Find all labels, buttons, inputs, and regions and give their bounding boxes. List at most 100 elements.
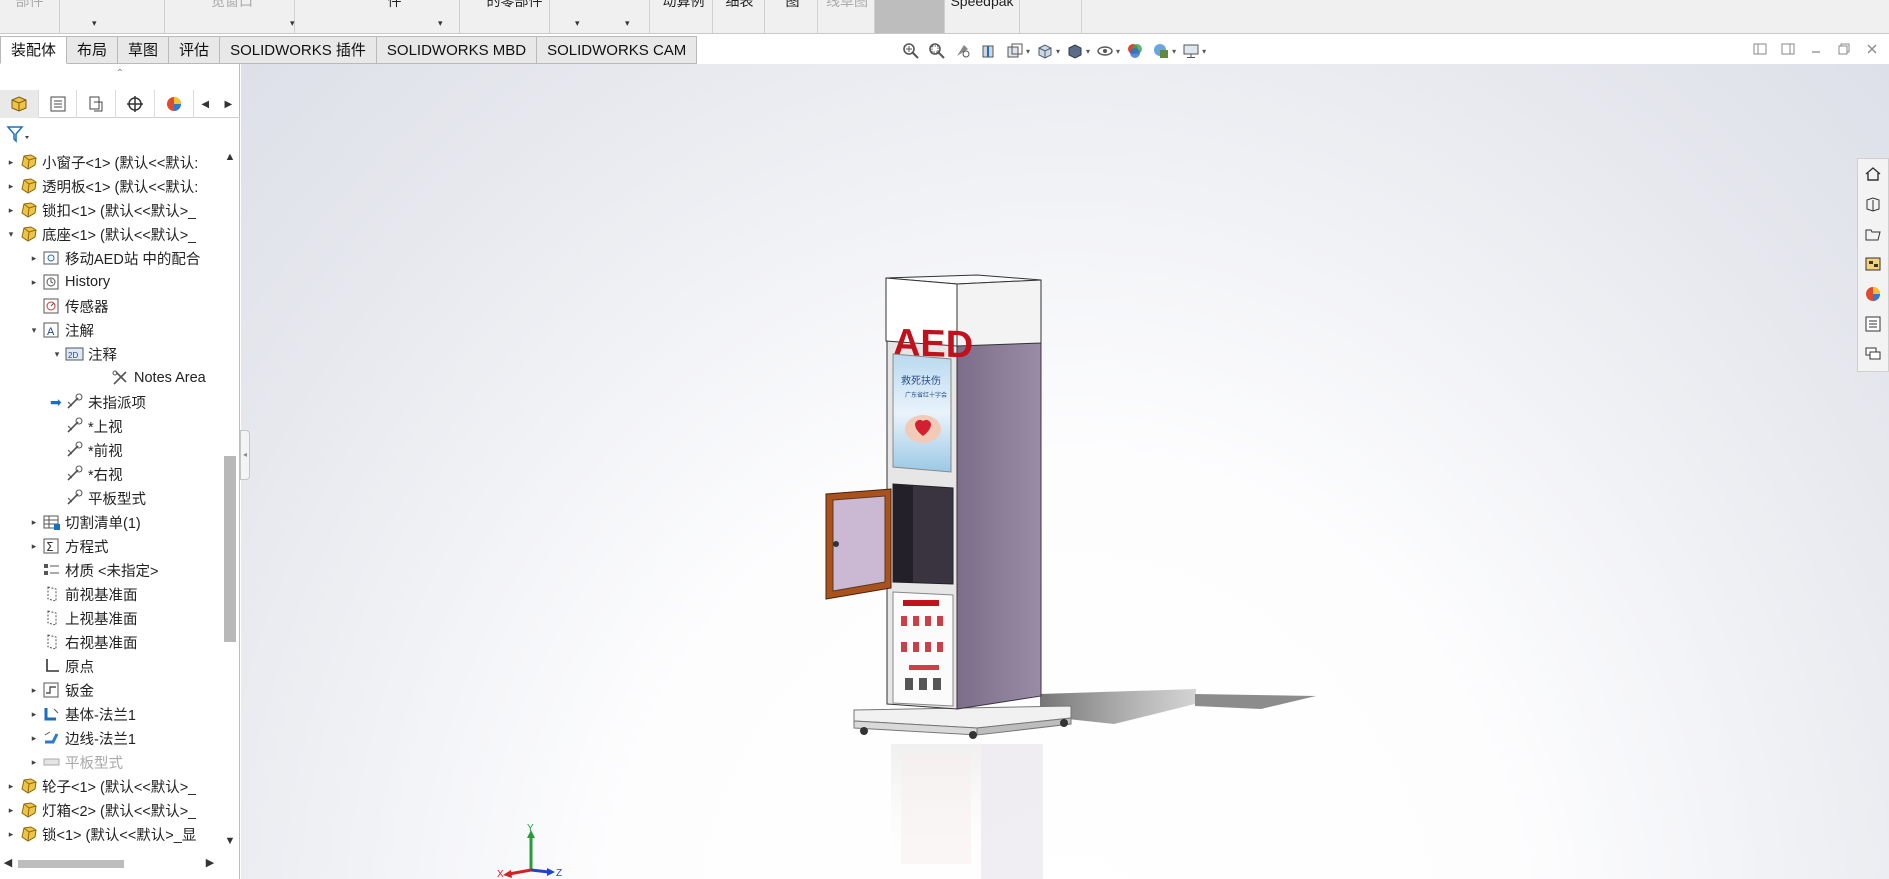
dynamic-annotation-views-icon[interactable] — [1004, 40, 1026, 62]
tree-item[interactable]: ▸ 轮子<1> (默认<<默认>_ — [0, 774, 220, 798]
design-library-icon[interactable] — [1862, 193, 1884, 215]
expand-icon[interactable]: ▸ — [4, 781, 18, 792]
rollback-arrow-icon[interactable]: ➡ — [50, 394, 62, 411]
tree-vertical-scrollbar[interactable]: ▲ ▼ — [220, 149, 238, 849]
ribbon-button[interactable] — [555, 0, 650, 33]
tree-item[interactable]: ▸ Σ 方程式 — [0, 534, 220, 558]
file-explorer-icon[interactable] — [1862, 223, 1884, 245]
collapse-icon[interactable]: ▾ — [4, 229, 18, 240]
chevron-down-icon[interactable]: ▾ — [290, 18, 295, 29]
tree-item[interactable]: ➡ 未指派项 — [0, 390, 220, 414]
feature-manager-tab-icon[interactable] — [0, 90, 39, 118]
tree-item[interactable]: ▸ 灯箱<2> (默认<<默认>_ — [0, 798, 220, 822]
expand-icon[interactable]: ▸ — [27, 733, 41, 744]
close-icon[interactable] — [1863, 40, 1881, 58]
expand-icon[interactable]: ▸ — [27, 517, 41, 528]
tree-item[interactable]: ▾ 底座<1> (默认<<默认>_ — [0, 222, 220, 246]
ribbon-button[interactable]: 线草图 — [820, 0, 875, 33]
chevron-down-icon[interactable]: ▾ — [1086, 47, 1090, 56]
tree-item[interactable]: Notes Area — [0, 366, 220, 390]
expand-icon[interactable]: ▸ — [27, 685, 41, 696]
chevron-down-icon[interactable]: ▾ — [575, 18, 580, 29]
ribbon-button[interactable]: 部件 — [0, 0, 60, 33]
expand-icon[interactable]: ▸ — [27, 757, 41, 768]
tree-item[interactable]: ▾ 2D 注释 — [0, 342, 220, 366]
scroll-left-icon[interactable]: ◀ — [2, 856, 14, 869]
chevron-down-icon[interactable]: ▾ — [438, 18, 443, 29]
tree-item[interactable]: 传感器 — [0, 294, 220, 318]
tab-3[interactable]: 评估 — [169, 36, 221, 64]
configuration-manager-tab-icon[interactable] — [77, 90, 117, 118]
tab-0[interactable]: 装配体 — [0, 36, 68, 64]
tile-left-icon[interactable] — [1751, 40, 1769, 58]
ribbon-button[interactable] — [110, 0, 165, 33]
tree-item[interactable]: 上视基准面 — [0, 606, 220, 630]
tab-2[interactable]: 草图 — [118, 36, 170, 64]
home-icon[interactable] — [1862, 163, 1884, 185]
tree-item[interactable]: ▸ 基体-法兰1 — [0, 702, 220, 726]
graphics-area[interactable]: AED 救死扶伤 广东省红十字会 Y X Z — [241, 64, 1889, 879]
restore-icon[interactable] — [1835, 40, 1853, 58]
tree-item[interactable]: ▸ 小窗子<1> (默认<<默认: — [0, 150, 220, 174]
tree-item[interactable]: ▸ 透明板<1> (默认<<默认: — [0, 174, 220, 198]
forum-icon[interactable] — [1862, 343, 1884, 365]
tree-item[interactable]: ▸ 锁扣<1> (默认<<默认>_ — [0, 198, 220, 222]
tab-4[interactable]: SOLIDWORKS 插件 — [220, 36, 377, 64]
expand-icon[interactable]: ▸ — [27, 541, 41, 552]
ribbon-button[interactable]: Speedpak — [945, 0, 1020, 33]
property-manager-tab-icon[interactable] — [39, 90, 78, 118]
chevron-down-icon[interactable]: ▾ — [1172, 47, 1176, 56]
ribbon-button[interactable]: 览窗口 — [170, 0, 295, 33]
tree-item[interactable]: ▸ 平板型式 — [0, 750, 220, 774]
tree-item[interactable]: ▸ 边线-法兰1 — [0, 726, 220, 750]
tab-5[interactable]: SOLIDWORKS MBD — [376, 36, 538, 64]
scroll-down-icon[interactable]: ▼ — [224, 835, 236, 847]
chevron-down-icon[interactable]: ▾ — [92, 18, 97, 29]
minimize-icon[interactable] — [1807, 40, 1825, 58]
tree-item[interactable]: 平板型式 — [0, 486, 220, 510]
aed-cabinet-model[interactable]: AED 救死扶伤 广东省红十字会 — [241, 64, 1889, 879]
view-palette-icon[interactable] — [1862, 253, 1884, 275]
tab-scroll-right-icon[interactable]: ▶ — [217, 90, 240, 118]
chevron-down-icon[interactable]: ▾ — [1116, 47, 1120, 56]
tab-6[interactable]: SOLIDWORKS CAM — [537, 36, 698, 64]
expand-icon[interactable]: ▸ — [27, 709, 41, 720]
tree-item[interactable]: 材质 <未指定> — [0, 558, 220, 582]
chevron-down-icon[interactable]: ▾ — [625, 18, 630, 29]
view-orientation-icon[interactable] — [1034, 40, 1056, 62]
scrollbar-thumb[interactable] — [18, 860, 124, 868]
expand-icon[interactable]: ▸ — [4, 205, 18, 216]
chevron-down-icon[interactable]: ▾ — [1056, 47, 1060, 56]
ribbon-button[interactable]: 的零部件 — [480, 0, 550, 33]
tree-item[interactable]: ▸ 锁<1> (默认<<默认>_显 — [0, 822, 220, 846]
expand-icon[interactable]: ▸ — [27, 277, 41, 288]
collapse-icon[interactable]: ▾ — [27, 325, 41, 336]
expand-icon[interactable]: ▸ — [4, 805, 18, 816]
tree-item[interactable]: ▸ 移动AED站 中的配合 — [0, 246, 220, 270]
filter-icon[interactable] — [6, 124, 36, 146]
tree-item[interactable]: ▾ A 注解 — [0, 318, 220, 342]
panel-grip-icon[interactable]: ⌃ — [0, 64, 240, 88]
ribbon-button[interactable]: 图 — [768, 0, 818, 33]
appearances-scenes-icon[interactable] — [1862, 283, 1884, 305]
zoom-to-fit-icon[interactable] — [900, 40, 922, 62]
tree-item[interactable]: *右视 — [0, 462, 220, 486]
chevron-down-icon[interactable]: ▾ — [1202, 47, 1206, 56]
scrollbar-thumb[interactable] — [224, 456, 236, 642]
tree-item[interactable]: *前视 — [0, 438, 220, 462]
display-style-icon[interactable] — [1064, 40, 1086, 62]
tree-item[interactable]: ▸锁固定板<1> ->? (默认< — [0, 846, 220, 849]
ribbon-button[interactable] — [1022, 0, 1082, 33]
expand-icon[interactable]: ▸ — [4, 829, 18, 840]
dimxpert-manager-tab-icon[interactable] — [116, 90, 155, 118]
tree-item[interactable]: 右视基准面 — [0, 630, 220, 654]
tree-item[interactable]: ▸ History — [0, 270, 220, 294]
ribbon-button[interactable] — [875, 0, 945, 33]
ribbon-button[interactable]: 动算例 — [655, 0, 713, 33]
scroll-up-icon[interactable]: ▲ — [224, 151, 236, 163]
view-settings-icon[interactable] — [1180, 40, 1202, 62]
display-manager-tab-icon[interactable] — [155, 90, 194, 118]
tree-item[interactable]: 前视基准面 — [0, 582, 220, 606]
scroll-right-icon[interactable]: ▶ — [204, 856, 216, 869]
zoom-to-area-icon[interactable] — [926, 40, 948, 62]
